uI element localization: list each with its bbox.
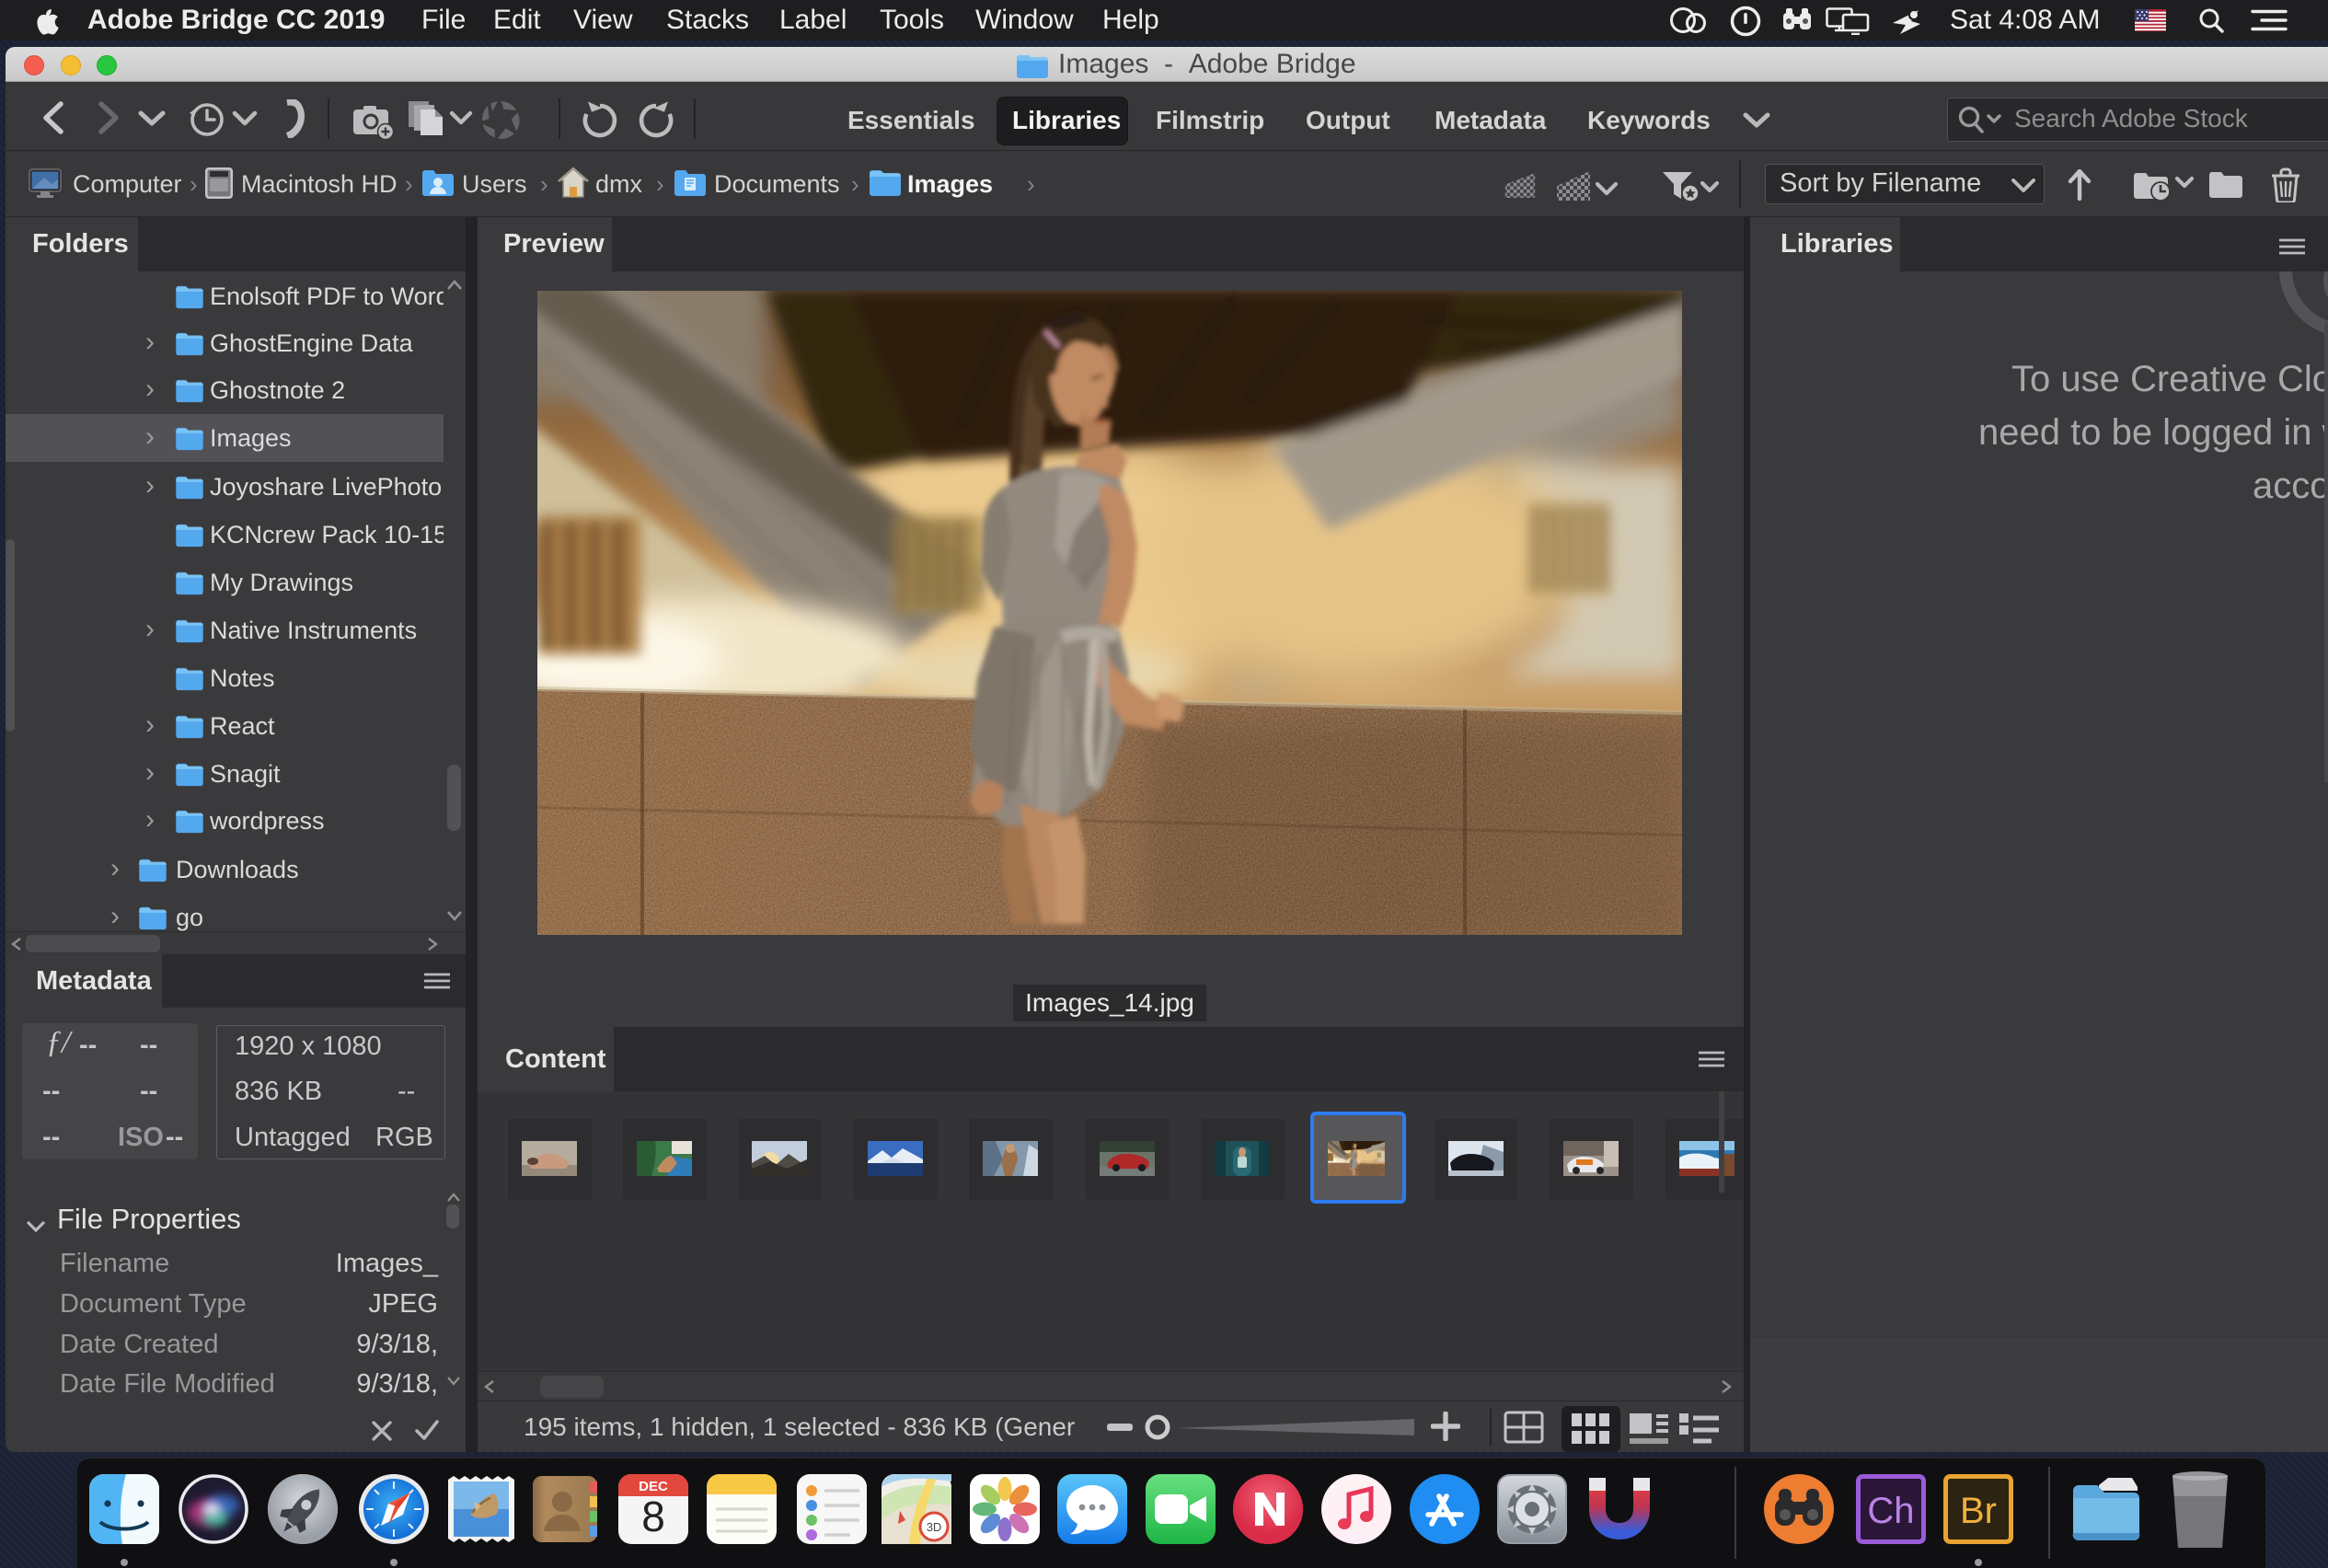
- svg-text:3D: 3D: [927, 1520, 942, 1534]
- svg-text:Ch: Ch: [1867, 1491, 1914, 1531]
- svg-text:Br: Br: [1960, 1491, 1997, 1531]
- svg-text:8: 8: [641, 1493, 665, 1540]
